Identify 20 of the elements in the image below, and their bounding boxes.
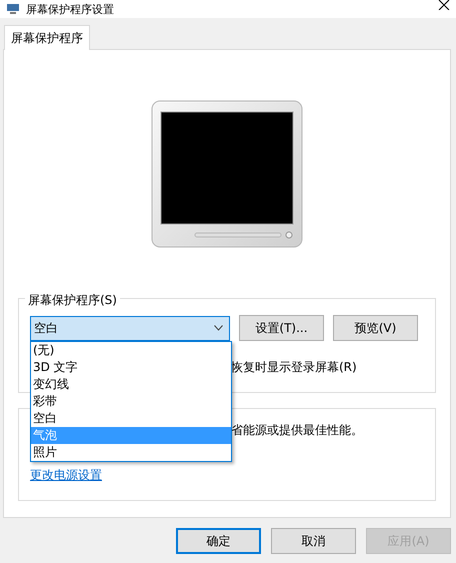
dropdown-option[interactable]: 彩带 — [31, 392, 231, 410]
settings-button[interactable]: 设置(T)... — [239, 315, 324, 341]
tab[interactable]: 屏幕保护程序 — [4, 25, 90, 50]
preview-button[interactable]: 预览(V) — [333, 315, 418, 341]
dropdown-option[interactable]: (无) — [31, 342, 231, 358]
caret-icon — [214, 325, 223, 331]
app-icon — [6, 4, 20, 14]
dialog-button[interactable]: 取消 — [271, 528, 356, 554]
power-settings-link[interactable]: 更改电源设置 — [30, 468, 102, 482]
group-label: 屏幕保护程序(S) — [25, 291, 120, 309]
dialog-button[interactable]: 确定 — [176, 528, 261, 554]
dropdown-option[interactable]: 3D 文字 — [31, 358, 231, 376]
dropdown-option[interactable]: 空白 — [31, 410, 231, 426]
close-icon[interactable] — [438, 0, 450, 10]
window-title: 屏幕保护程序设置 — [26, 4, 114, 14]
power-description: 省能源或提供最佳性能。 — [231, 423, 363, 437]
checkbox-label: 恢复时显示登录屏幕(R) — [231, 360, 357, 374]
dropdown-option[interactable]: 变幻线 — [31, 376, 231, 392]
dropdown[interactable]: 空白 — [30, 316, 230, 340]
dropdown-option[interactable]: 照片 — [31, 444, 231, 460]
